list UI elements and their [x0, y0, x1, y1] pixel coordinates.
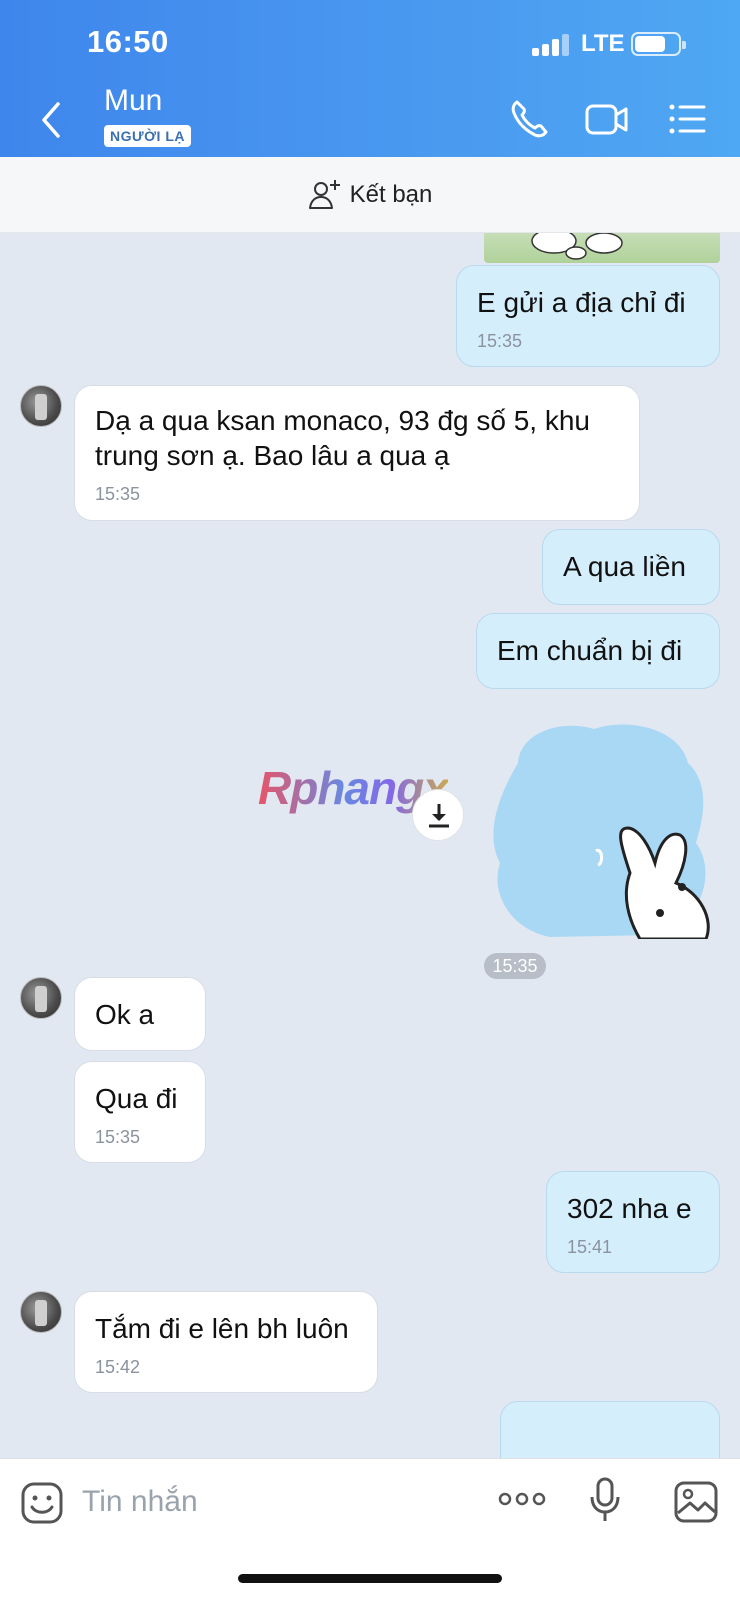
message-text: Dạ a qua ksan monaco, 93 đg số 5, khu tr… — [95, 405, 590, 471]
message-text: Em chuẩn bị đi — [497, 635, 683, 666]
network-label: LTE — [581, 30, 625, 57]
back-icon — [42, 102, 60, 138]
message-bubble[interactable]: Qua đi 15:35 — [74, 1061, 206, 1163]
home-indicator — [238, 1574, 502, 1583]
message-text: 302 nha e — [567, 1193, 692, 1224]
back-button[interactable] — [36, 98, 66, 142]
video-icon[interactable] — [584, 96, 630, 142]
contact-name[interactable]: Mun — [104, 84, 162, 118]
download-icon — [429, 804, 449, 828]
download-button[interactable] — [412, 789, 464, 841]
image-icon[interactable] — [674, 1481, 718, 1523]
message-text: E gửi a địa chỉ đi — [477, 287, 686, 318]
menu-icon[interactable] — [668, 96, 708, 142]
add-friend-icon — [308, 179, 340, 209]
add-friend-label: Kết bạn — [349, 180, 433, 208]
phone-icon[interactable] — [508, 96, 550, 142]
sticker-time: 15:35 — [484, 953, 546, 979]
message-text: A qua liền — [563, 551, 686, 582]
message-input[interactable]: Tin nhắn — [82, 1485, 198, 1519]
avatar[interactable] — [20, 977, 62, 1019]
message-bubble[interactable]: Em chuẩn bị đi — [476, 613, 720, 689]
message-time: 15:35 — [95, 484, 141, 504]
avatar[interactable] — [20, 1291, 62, 1333]
status-time: 16:50 — [87, 24, 169, 59]
stranger-badge: NGƯỜI LẠ — [104, 125, 191, 147]
message-text: Ok a — [95, 999, 155, 1030]
emoji-icon[interactable] — [20, 1481, 64, 1525]
chat-header: 16:50 LTE Mun NGƯỜI LẠ — [0, 0, 740, 157]
message-time: 15:35 — [95, 1127, 141, 1147]
message-time: 15:41 — [567, 1237, 613, 1257]
avatar[interactable] — [20, 385, 62, 427]
sticker-image-partial[interactable] — [484, 233, 720, 263]
message-bubble[interactable]: 302 nha e 15:41 — [546, 1171, 720, 1273]
chat-area[interactable]: E gửi a địa chỉ đi 15:35 Dạ a qua ksan m… — [0, 233, 740, 1458]
mic-icon[interactable] — [588, 1477, 622, 1523]
add-friend-button[interactable]: Kết bạn — [0, 157, 740, 233]
message-text: Tắm đi e lên bh luôn — [95, 1313, 349, 1344]
message-bubble[interactable]: Dạ a qua ksan monaco, 93 đg số 5, khu tr… — [74, 385, 640, 521]
message-bubble[interactable]: Tắm đi e lên bh luôn 15:42 — [74, 1291, 378, 1393]
battery-icon — [631, 32, 686, 56]
message-text: Qua đi — [95, 1083, 178, 1114]
message-time: 15:42 — [95, 1357, 141, 1377]
message-time: 15:35 — [477, 331, 523, 351]
message-bubble[interactable]: Ok a — [74, 977, 206, 1051]
signal-icon — [532, 34, 572, 56]
message-bubble[interactable]: A qua liền — [542, 529, 720, 605]
sticker-image[interactable] — [490, 723, 720, 939]
message-bubble-partial[interactable] — [500, 1401, 720, 1458]
more-icon[interactable] — [498, 1487, 546, 1511]
message-bubble[interactable]: E gửi a địa chỉ đi 15:35 — [456, 265, 720, 367]
